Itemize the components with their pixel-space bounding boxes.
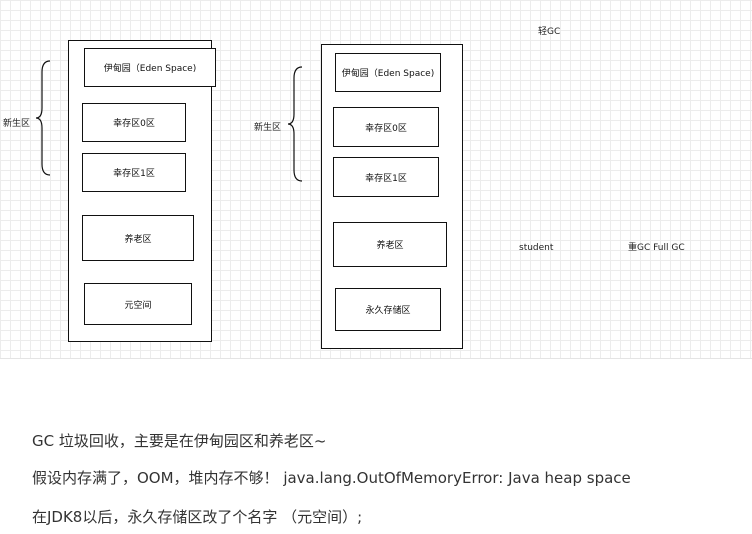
left-survivor1-box: 幸存区1区 (82, 153, 186, 192)
light-gc-label: 轻GC (538, 27, 561, 37)
right-young-gen-label: 新生区 (254, 123, 282, 133)
left-young-gen-brace (35, 60, 51, 176)
left-eden-box: 伊甸园（Eden Space) (84, 48, 216, 87)
right-perm-gen-box: 永久存储区 (335, 288, 441, 331)
left-survivor0-box: 幸存区0区 (82, 103, 186, 142)
left-old-gen-box: 养老区 (82, 215, 194, 261)
text-line-oom: 假设内存满了，OOM，堆内存不够！ java.lang.OutOfMemoryE… (32, 469, 631, 487)
right-young-gen-brace (287, 66, 303, 182)
right-survivor0-box: 幸存区0区 (333, 107, 439, 147)
right-survivor1-box: 幸存区1区 (333, 157, 439, 197)
left-young-gen-label: 新生区 (3, 119, 31, 129)
text-line-metaspace: 在JDK8以后，永久存储区改了个名字 （元空间）; (32, 508, 363, 526)
diagram-canvas: 新生区 伊甸园（Eden Space) 幸存区0区 幸存区1区 养老区 元空间 … (0, 0, 752, 359)
student-label: student (519, 243, 554, 253)
text-line-gc-areas: GC 垃圾回收，主要是在伊甸园区和养老区~ (32, 432, 327, 450)
right-old-gen-box: 养老区 (333, 222, 447, 267)
right-eden-box: 伊甸园（Eden Space) (335, 53, 441, 92)
full-gc-label: 重GC Full GC (628, 243, 685, 253)
left-meta-space-box: 元空间 (84, 283, 192, 325)
